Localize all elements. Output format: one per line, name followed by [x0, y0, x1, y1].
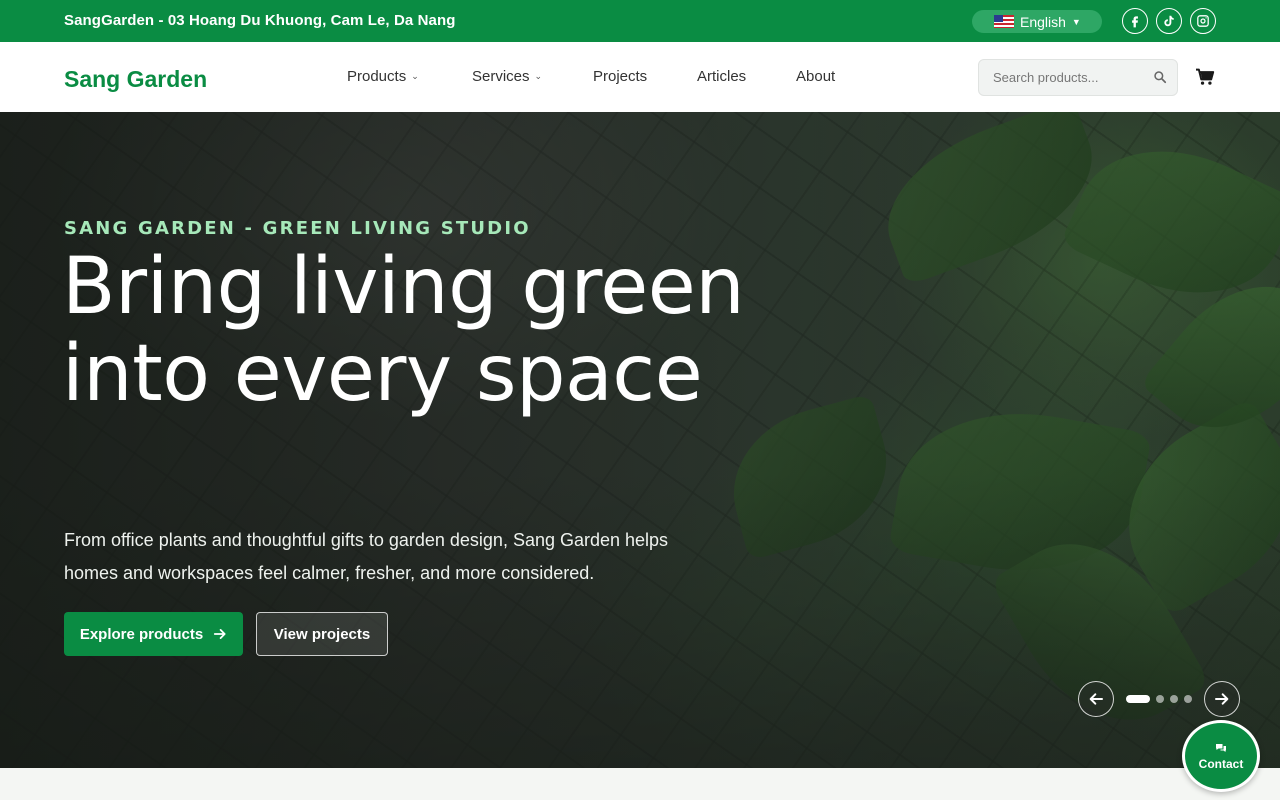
nav-item-projects[interactable]: Projects	[593, 68, 647, 85]
nav-item-label: Services	[472, 68, 530, 85]
facebook-link[interactable]	[1122, 8, 1148, 34]
cart-icon[interactable]	[1195, 68, 1215, 86]
carousel-dot[interactable]	[1126, 695, 1150, 703]
button-label: Explore products	[79, 625, 204, 643]
hero-headline: Bring living green into every space	[62, 242, 745, 419]
arrow-right-icon	[214, 629, 226, 639]
arrow-left-icon	[1089, 693, 1103, 705]
nav-item-label: About	[796, 68, 836, 85]
carousel-dot[interactable]	[1170, 695, 1178, 703]
nav-item-label: Articles	[697, 68, 747, 85]
flag-us-icon	[994, 15, 1014, 28]
carousel-indicators	[1126, 695, 1192, 703]
hero-kicker: SANG GARDEN - GREEN LIVING STUDIO	[64, 218, 531, 239]
chevron-down-icon: ⌄	[534, 71, 543, 81]
nav-item-services[interactable]: Services ⌄	[472, 68, 542, 85]
main-navbar: Sang Garden Products ⌄ Services ⌄ Projec…	[0, 42, 1280, 112]
chevron-down-icon: ⌄	[411, 71, 419, 81]
nav-item-about[interactable]: About	[796, 68, 835, 85]
search-input[interactable]	[979, 60, 1149, 95]
search-icon[interactable]	[1153, 70, 1167, 84]
carousel-next-button[interactable]	[1204, 681, 1240, 717]
carousel-prev-button[interactable]	[1078, 681, 1114, 717]
chat-icon	[1216, 743, 1226, 752]
nav-item-articles[interactable]: Articles	[697, 68, 746, 85]
view-projects-button[interactable]: View projects	[256, 612, 388, 656]
carousel-dot[interactable]	[1184, 695, 1192, 703]
facebook-icon	[1132, 16, 1138, 28]
brand-logo[interactable]: Sang Garden	[64, 66, 207, 93]
hero-overlay	[0, 112, 1280, 768]
language-label: English	[1020, 13, 1066, 30]
carousel-dot[interactable]	[1156, 695, 1164, 703]
button-label: View projects	[273, 625, 371, 643]
instagram-icon	[1197, 15, 1209, 27]
explore-products-button[interactable]: Explore products	[64, 612, 243, 656]
arrow-right-icon	[1215, 693, 1229, 705]
nav-item-label: Projects	[593, 68, 648, 85]
nav-item-products[interactable]: Products ⌄	[347, 68, 419, 85]
hero-banner: SANG GARDEN - GREEN LIVING STUDIO Bring …	[0, 112, 1280, 768]
hero-description: From office plants and thoughtful gifts …	[64, 530, 669, 583]
nav-item-label: Products	[347, 68, 407, 85]
tiktok-icon	[1164, 15, 1174, 27]
contact-label: Contact	[1198, 756, 1244, 771]
store-address: SangGarden - 03 Hoang Du Khuong, Cam Le,…	[64, 12, 456, 29]
language-selector[interactable]: English ▼	[972, 10, 1102, 33]
instagram-link[interactable]	[1190, 8, 1216, 34]
tiktok-link[interactable]	[1156, 8, 1182, 34]
chevron-down-icon: ▼	[1071, 16, 1081, 27]
contact-button[interactable]: Contact	[1182, 720, 1260, 792]
top-bar: SangGarden - 03 Hoang Du Khuong, Cam Le,…	[0, 0, 1280, 42]
search-box	[978, 59, 1178, 96]
